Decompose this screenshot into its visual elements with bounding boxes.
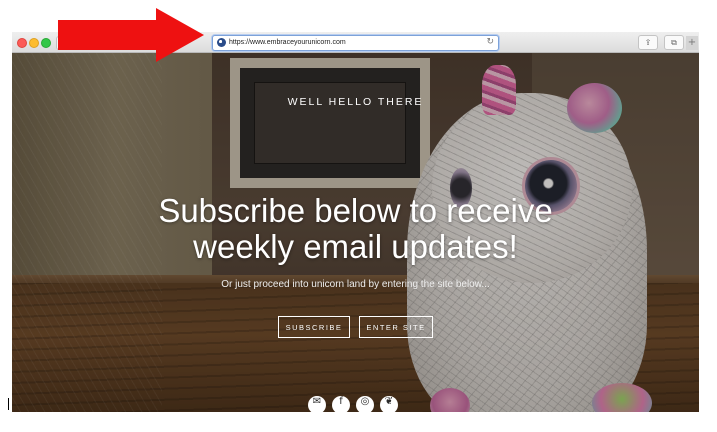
minimize-window-button[interactable] xyxy=(29,38,39,48)
share-button[interactable]: ⇪ xyxy=(638,35,658,50)
annotation-arrow-shaft xyxy=(58,20,158,50)
zoom-window-button[interactable] xyxy=(41,38,51,48)
close-window-button[interactable] xyxy=(17,38,27,48)
annotation-arrow-icon xyxy=(156,8,204,62)
email-icon[interactable]: ✉ xyxy=(308,396,326,412)
headline-line-1: Subscribe below to receive xyxy=(158,192,553,229)
text-cursor xyxy=(8,398,9,410)
address-bar[interactable]: https://www.embraceyourunicorn.com ↻ xyxy=(212,35,499,51)
hero-greeting: WELL HELLO THERE xyxy=(287,96,424,108)
new-tab-button[interactable]: + xyxy=(686,36,698,50)
hero-headline: Subscribe below to receive weekly email … xyxy=(112,193,599,265)
site-favicon-icon xyxy=(217,38,226,47)
instagram-icon[interactable]: ◎ xyxy=(356,396,374,412)
twitter-icon[interactable]: ❦ xyxy=(380,396,398,412)
browser-window: ‹ › https://www.embraceyourunicorn.com ↻… xyxy=(12,32,699,412)
hero-section: WELL HELLO THERE Subscribe below to rece… xyxy=(12,53,699,412)
facebook-icon[interactable]: f xyxy=(332,396,350,412)
hero-subline: Or just proceed into unicorn land by ent… xyxy=(221,279,490,290)
url-text: https://www.embraceyourunicorn.com xyxy=(229,39,346,46)
headline-line-2: weekly email updates! xyxy=(193,228,518,265)
reload-icon[interactable]: ↻ xyxy=(486,36,494,49)
subscribe-button[interactable]: SUBSCRIBE xyxy=(278,316,350,338)
show-tabs-button[interactable]: ⧉ xyxy=(664,35,684,50)
enter-site-button[interactable]: ENTER SITE xyxy=(359,316,433,338)
